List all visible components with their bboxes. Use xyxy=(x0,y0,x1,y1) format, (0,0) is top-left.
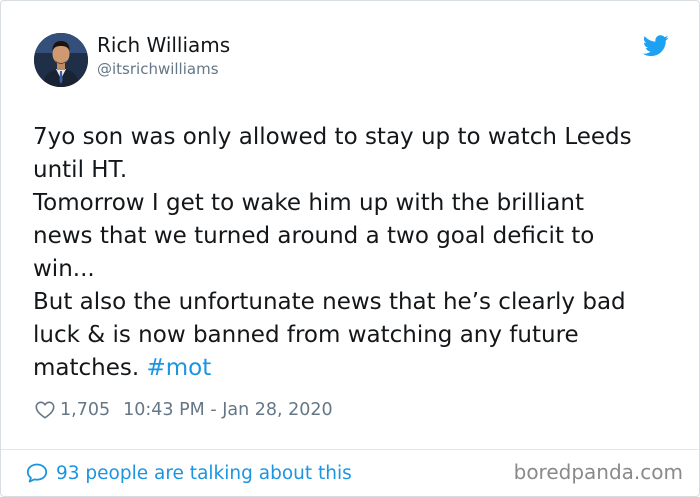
author-handle[interactable]: @itsrichwilliams xyxy=(97,60,219,78)
heart-icon[interactable] xyxy=(34,399,56,421)
divider xyxy=(1,449,699,450)
tweet-line: matches. xyxy=(33,355,140,381)
tweet-meta: 1,705 10:43 PM - Jan 28, 2020 xyxy=(34,397,333,423)
author-name[interactable]: Rich Williams xyxy=(97,33,230,57)
conversation-label: 93 people are talking about this xyxy=(56,462,352,484)
hashtag-link[interactable]: #mot xyxy=(147,355,212,381)
watermark: boredpanda.com xyxy=(513,460,683,484)
speech-bubble-icon xyxy=(26,463,48,483)
tweet-line: But also the unfortunate news that he’s … xyxy=(33,289,626,315)
timestamp[interactable]: 10:43 PM - Jan 28, 2020 xyxy=(123,400,333,420)
tweet-last-line: matches. #mot xyxy=(33,352,673,385)
tweet-text: 7yo son was only allowed to stay up to w… xyxy=(33,121,673,385)
tweet-line: 7yo son was only allowed to stay up to w… xyxy=(33,124,632,150)
tweet-line: luck & is now banned from watching any f… xyxy=(33,322,579,348)
conversation-link[interactable]: 93 people are talking about this xyxy=(25,459,352,487)
profile-photo-icon xyxy=(34,33,88,87)
twitter-bird-icon[interactable] xyxy=(642,35,669,57)
tweet-line: win... xyxy=(33,256,95,282)
tweet-card: Rich Williams @itsrichwilliams 7yo son w… xyxy=(0,0,700,497)
tweet-line: news that we turned around a two goal de… xyxy=(33,223,595,249)
avatar[interactable] xyxy=(34,33,88,87)
tweet-line: Tomorrow I get to wake him up with the b… xyxy=(33,190,584,216)
tweet-line: until HT. xyxy=(33,157,128,183)
like-count[interactable]: 1,705 xyxy=(60,400,110,420)
